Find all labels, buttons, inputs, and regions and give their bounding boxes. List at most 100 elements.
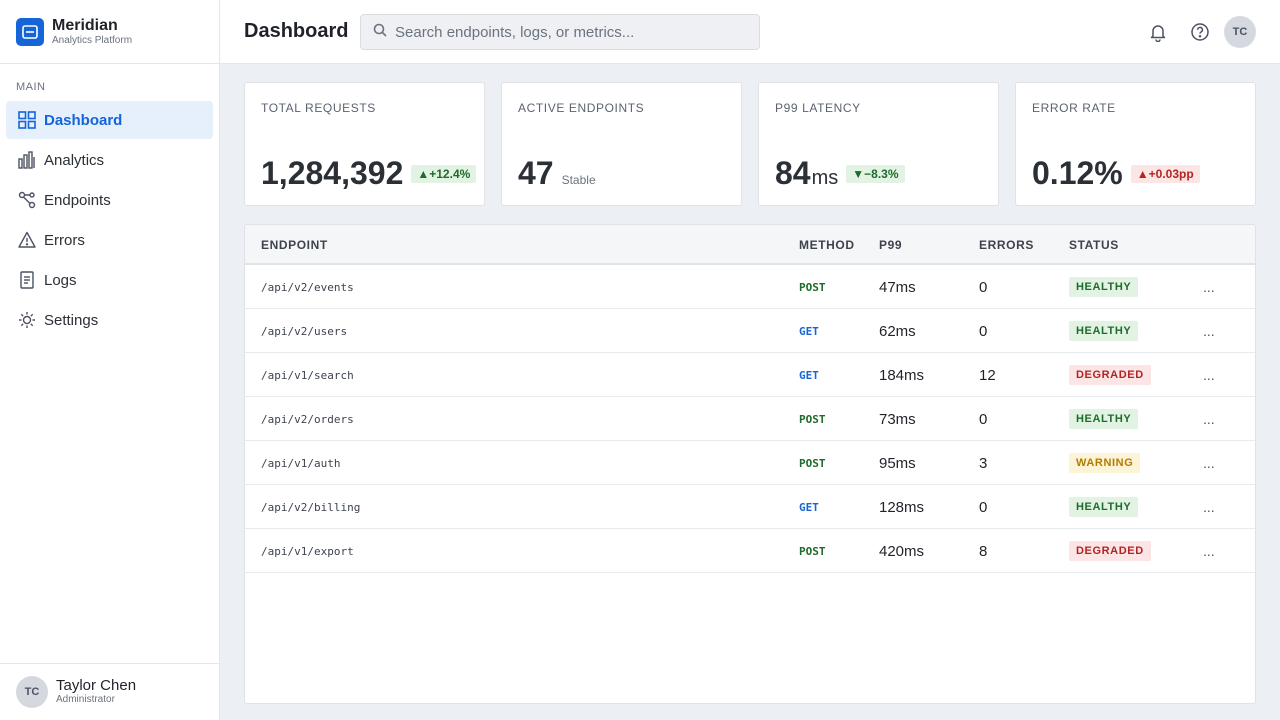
column-header-endpoint[interactable]: ENDPOINT bbox=[261, 238, 328, 252]
endpoint-path[interactable]: /api/v2/events bbox=[261, 281, 354, 294]
metric-value: 1,284,392 bbox=[261, 155, 404, 191]
sidebar-item-label: Analytics bbox=[44, 151, 105, 169]
bar-chart-icon bbox=[18, 151, 36, 169]
metric-label: ACTIVE ENDPOINTS bbox=[518, 101, 645, 115]
metric-label: P99 LATENCY bbox=[775, 101, 861, 115]
sidebar-item-label: Endpoints bbox=[44, 191, 111, 209]
row-actions-button[interactable]: ... bbox=[1203, 279, 1215, 295]
metric-card-p99-latency: P99 LATENCY 84 ms ▼−8.3% bbox=[758, 82, 999, 206]
triangle-down-icon: ▼ bbox=[852, 167, 865, 181]
row-actions-button[interactable]: ... bbox=[1203, 367, 1215, 383]
table-body: /api/v2/events POST 47ms 0 HEALTHY.../api/v2… bbox=[245, 265, 1255, 573]
column-header-p99[interactable]: P99 bbox=[879, 238, 902, 252]
table-row[interactable]: /api/v1/auth POST 95ms 3 WARNING... bbox=[245, 441, 1255, 485]
errors-count: 12 bbox=[979, 366, 996, 384]
p99-value: 73ms bbox=[879, 410, 916, 428]
p99-value: 184ms bbox=[879, 366, 925, 384]
brand-name: Meridian bbox=[52, 16, 118, 34]
user-role: Administrator bbox=[56, 694, 115, 705]
table-row[interactable]: /api/v2/billing GET 128ms 0 HEALTHY... bbox=[245, 485, 1255, 529]
search-box[interactable] bbox=[360, 14, 760, 50]
search-input[interactable] bbox=[395, 23, 745, 41]
search-icon bbox=[373, 23, 387, 42]
endpoints-table: ENDPOINT METHOD P99 ERRORS STATUS /api/v… bbox=[244, 224, 1256, 704]
status-badge: HEALTHY bbox=[1069, 409, 1139, 429]
bell-icon bbox=[1150, 25, 1166, 42]
metric-card-error-rate: ERROR RATE 0.12% ▲+0.03pp bbox=[1015, 82, 1256, 206]
metric-unit: ms bbox=[811, 167, 839, 189]
nodes-icon bbox=[18, 191, 36, 209]
errors-count: 0 bbox=[979, 278, 988, 296]
endpoint-path[interactable]: /api/v2/users bbox=[261, 325, 347, 338]
errors-count: 8 bbox=[979, 542, 988, 560]
document-icon bbox=[18, 271, 36, 289]
logo-icon bbox=[16, 17, 44, 46]
sidebar-item-label: Errors bbox=[44, 231, 85, 249]
sidebar-item-analytics[interactable]: Analytics bbox=[6, 141, 213, 179]
endpoint-path[interactable]: /api/v2/billing bbox=[261, 501, 360, 514]
p99-value: 62ms bbox=[879, 322, 916, 340]
metric-card-active-endpoints: ACTIVE ENDPOINTS 47 Stable bbox=[501, 82, 742, 206]
delta-text: +0.03pp bbox=[1148, 167, 1194, 181]
metric-card-total-requests: TOTAL REQUESTS 1,284,392 ▲+12.4% bbox=[244, 82, 485, 206]
page-title: Dashboard bbox=[244, 20, 349, 42]
row-actions-button[interactable]: ... bbox=[1203, 323, 1215, 339]
column-header-method[interactable]: METHOD bbox=[799, 238, 855, 252]
method-label: GET bbox=[799, 368, 819, 382]
column-header-errors[interactable]: ERRORS bbox=[979, 238, 1034, 252]
sidebar-item-label: Settings bbox=[44, 311, 99, 329]
errors-count: 0 bbox=[979, 498, 988, 516]
user-avatar-button[interactable]: TC bbox=[1224, 16, 1256, 48]
method-label: POST bbox=[799, 412, 826, 426]
table-row[interactable]: /api/v2/orders POST 73ms 0 HEALTHY... bbox=[245, 397, 1255, 441]
help-icon bbox=[1191, 23, 1209, 41]
p99-value: 420ms bbox=[879, 542, 925, 560]
errors-count: 3 bbox=[979, 454, 988, 472]
table-row[interactable]: /api/v2/users GET 62ms 0 HEALTHY... bbox=[245, 309, 1255, 353]
metric-value: 0.12% bbox=[1032, 155, 1123, 191]
sidebar-item-label: Dashboard bbox=[44, 111, 123, 129]
endpoint-path[interactable]: /api/v2/orders bbox=[261, 413, 354, 426]
method-label: GET bbox=[799, 500, 819, 514]
status-badge: DEGRADED bbox=[1069, 541, 1151, 561]
endpoint-path[interactable]: /api/v1/export bbox=[261, 545, 354, 558]
status-badge: HEALTHY bbox=[1069, 497, 1139, 517]
metric-label: TOTAL REQUESTS bbox=[261, 101, 376, 115]
row-actions-button[interactable]: ... bbox=[1203, 411, 1215, 427]
table-row[interactable]: /api/v1/export POST 420ms 8 DEGRADED... bbox=[245, 529, 1255, 573]
gear-icon bbox=[18, 311, 36, 329]
row-actions-button[interactable]: ... bbox=[1203, 455, 1215, 471]
sidebar-item-dashboard[interactable]: Dashboard bbox=[6, 101, 213, 139]
method-label: POST bbox=[799, 280, 826, 294]
sidebar-item-settings[interactable]: Settings bbox=[6, 301, 213, 339]
metric-note: Stable bbox=[561, 173, 596, 187]
top-bar: Dashboard TC bbox=[220, 0, 1280, 64]
column-header-status[interactable]: STATUS bbox=[1069, 238, 1119, 252]
endpoint-path[interactable]: /api/v1/auth bbox=[261, 457, 340, 470]
triangle-up-icon: ▲ bbox=[417, 167, 430, 181]
delta-text: +12.4% bbox=[429, 167, 471, 181]
status-badge: HEALTHY bbox=[1069, 321, 1139, 341]
user-name: Taylor Chen bbox=[56, 677, 137, 694]
metric-label: ERROR RATE bbox=[1032, 101, 1116, 115]
help-button[interactable] bbox=[1188, 20, 1212, 44]
p99-value: 95ms bbox=[879, 454, 916, 472]
table-row[interactable]: /api/v2/events POST 47ms 0 HEALTHY... bbox=[245, 265, 1255, 309]
sidebar-item-errors[interactable]: Errors bbox=[6, 221, 213, 259]
method-label: POST bbox=[799, 456, 826, 470]
sidebar-item-endpoints[interactable]: Endpoints bbox=[6, 181, 213, 219]
table-row[interactable]: /api/v1/search GET 184ms 12 DEGRADED... bbox=[245, 353, 1255, 397]
delta-text: −8.3% bbox=[864, 167, 899, 181]
user-profile[interactable]: TC Taylor Chen Administrator bbox=[0, 663, 219, 720]
sidebar-item-logs[interactable]: Logs bbox=[6, 261, 213, 299]
row-actions-button[interactable]: ... bbox=[1203, 499, 1215, 515]
metric-value: 84 bbox=[775, 155, 811, 191]
brand: Meridian Analytics Platform bbox=[0, 0, 219, 64]
delta-badge: ▲+0.03pp bbox=[1130, 165, 1200, 183]
brand-subtitle: Analytics Platform bbox=[52, 34, 133, 46]
row-actions-button[interactable]: ... bbox=[1203, 543, 1215, 559]
status-badge: HEALTHY bbox=[1069, 277, 1139, 297]
delta-badge: ▼−8.3% bbox=[846, 165, 905, 183]
notifications-button[interactable] bbox=[1146, 20, 1170, 44]
endpoint-path[interactable]: /api/v1/search bbox=[261, 369, 354, 382]
